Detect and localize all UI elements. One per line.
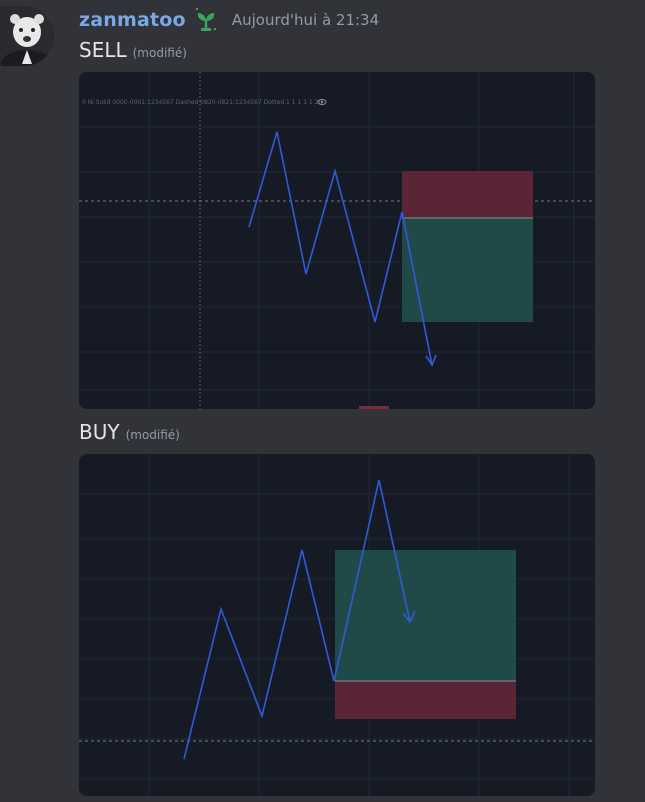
sprout-icon[interactable] bbox=[192, 6, 220, 34]
timestamp[interactable]: Aujourd'hui à 21:34 bbox=[232, 11, 379, 29]
message-text: SELL bbox=[79, 38, 127, 62]
stop-loss-zone[interactable] bbox=[335, 681, 516, 719]
message-line-buy: BUY (modifié) bbox=[79, 420, 180, 444]
sell-chart-image[interactable]: 0 Ni Solid 0000-0001:1234567 Dashed 0820… bbox=[79, 72, 595, 409]
edited-label[interactable]: (modifié) bbox=[133, 46, 187, 60]
price-marker bbox=[359, 406, 389, 409]
buy-chart bbox=[79, 454, 595, 796]
message-header: zanmatoo Aujourd'hui à 21:34 bbox=[79, 6, 379, 34]
chat-message: zanmatoo Aujourd'hui à 21:34 SELL (modif… bbox=[0, 0, 645, 802]
buy-chart-image[interactable] bbox=[79, 454, 595, 796]
message-line-sell: SELL (modifié) bbox=[79, 38, 187, 62]
edited-label[interactable]: (modifié) bbox=[126, 428, 180, 442]
avatar[interactable] bbox=[0, 6, 54, 66]
sell-chart: 0 Ni Solid 0000-0001:1234567 Dashed 0820… bbox=[79, 72, 595, 409]
polar-bear-avatar-icon bbox=[0, 6, 54, 66]
stop-loss-zone[interactable] bbox=[402, 171, 533, 218]
username[interactable]: zanmatoo bbox=[79, 9, 186, 31]
take-profit-zone[interactable] bbox=[335, 550, 516, 681]
chart-legend: 0 Ni Solid 0000-0001:1234567 Dashed 0820… bbox=[82, 99, 323, 106]
message-text: BUY bbox=[79, 420, 120, 444]
take-profit-zone[interactable] bbox=[402, 218, 533, 322]
